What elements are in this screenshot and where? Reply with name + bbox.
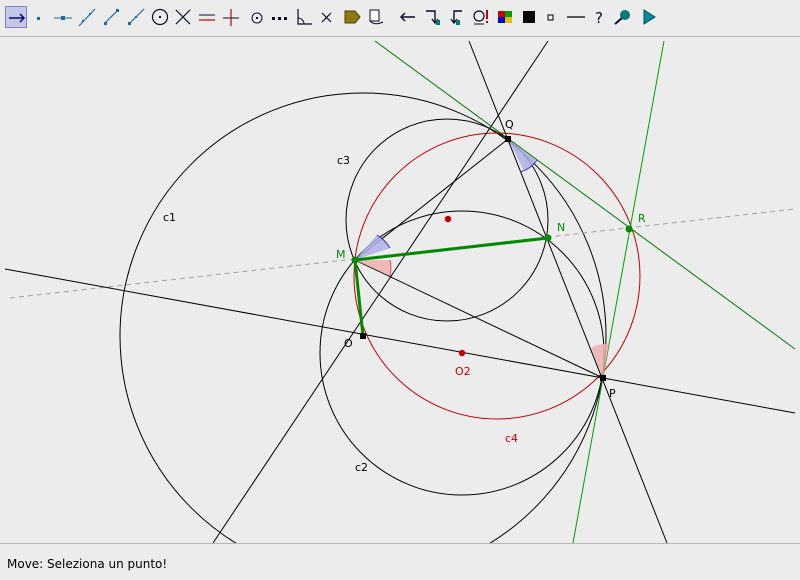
hide-show-icon xyxy=(369,9,384,25)
zoom-tool-button[interactable] xyxy=(612,6,634,28)
circle-tool-button[interactable] xyxy=(149,6,171,28)
green-line-qr[interactable] xyxy=(374,40,796,350)
run-tool-button[interactable] xyxy=(638,6,660,28)
small-square-icon xyxy=(547,14,554,21)
point-q[interactable] xyxy=(505,136,511,142)
perpendicular-line-tool-button[interactable] xyxy=(220,6,242,28)
label-c3: c3 xyxy=(337,154,350,167)
rotate-icon xyxy=(450,10,462,25)
parallel-line-tool-button[interactable] xyxy=(196,6,218,28)
point-n[interactable] xyxy=(544,234,552,242)
move-arrow-icon xyxy=(9,13,26,23)
hide-show-tool-button[interactable] xyxy=(365,6,387,28)
fill-tool-button[interactable] xyxy=(518,6,540,28)
circle-c4[interactable] xyxy=(353,132,641,420)
line-style-tool-button[interactable] xyxy=(565,6,587,28)
circle-icon xyxy=(151,8,169,26)
rotate-tool-button[interactable] xyxy=(446,6,468,28)
point-o[interactable] xyxy=(360,333,366,339)
label-tool-button[interactable] xyxy=(341,6,363,28)
point-on-object-tool-button[interactable] xyxy=(52,6,74,28)
segment-icon xyxy=(104,9,119,25)
drawing-canvas[interactable]: c1 c2 c3 c4 Q M N R O O2 P xyxy=(1,37,799,543)
green-line-pr[interactable] xyxy=(572,40,665,543)
label-r: R xyxy=(638,212,646,225)
color-palette-icon xyxy=(498,11,512,23)
tag-icon xyxy=(344,10,361,24)
line-style-icon xyxy=(567,16,585,18)
new-point-tool-button[interactable] xyxy=(28,6,50,28)
point-icon xyxy=(37,17,40,20)
point-r[interactable] xyxy=(625,225,633,233)
point-o2[interactable] xyxy=(458,349,466,357)
dots-icon xyxy=(272,17,287,20)
label-c4: c4 xyxy=(505,432,518,445)
polygon-tool-button[interactable] xyxy=(269,6,291,28)
perpendicular-icon xyxy=(223,9,239,26)
segment-mp[interactable] xyxy=(354,259,604,379)
relation-icon xyxy=(473,10,488,25)
ray-icon xyxy=(128,8,145,25)
angle-m-red[interactable] xyxy=(355,260,391,276)
toolbar: ? xyxy=(0,0,800,37)
label-o: O xyxy=(344,337,353,350)
delete-tool-button[interactable] xyxy=(316,6,338,28)
filled-square-icon xyxy=(523,11,535,23)
geometry-figure[interactable]: c1 c2 c3 c4 Q M N R O O2 P xyxy=(1,37,799,543)
status-bar: Move: Seleziona un punto! xyxy=(0,543,800,580)
line-pq[interactable] xyxy=(468,40,668,543)
line-oq[interactable] xyxy=(212,40,549,543)
label-c2: c2 xyxy=(355,461,368,474)
intersect-tool-button[interactable] xyxy=(172,6,194,28)
status-message: Move: Seleziona un punto! xyxy=(7,557,168,571)
point-p[interactable] xyxy=(600,375,606,381)
reflect-tool-button[interactable] xyxy=(421,6,443,28)
question-mark-icon: ? xyxy=(595,9,603,27)
segment-tool-button[interactable] xyxy=(100,6,122,28)
line-op[interactable] xyxy=(4,268,796,414)
color-tool-button[interactable] xyxy=(494,6,516,28)
label-n: N xyxy=(557,221,565,234)
intersect-icon xyxy=(175,9,191,25)
zoom-icon xyxy=(614,10,630,25)
center-point-c3[interactable] xyxy=(444,215,452,223)
label-o2: O2 xyxy=(455,365,471,378)
delete-x-icon xyxy=(321,12,332,23)
angle-icon xyxy=(297,9,312,25)
arrow-left-icon xyxy=(399,12,415,22)
ray-tool-button[interactable] xyxy=(124,6,146,28)
point-size-tool-button[interactable] xyxy=(540,6,562,28)
midpoint-icon xyxy=(251,12,263,24)
line-icon xyxy=(78,8,96,27)
move-tool-button[interactable] xyxy=(5,6,27,28)
help-tool-button[interactable]: ? xyxy=(589,6,611,28)
undo-tool-button[interactable] xyxy=(396,6,418,28)
label-p: P xyxy=(609,387,616,400)
point-on-line-icon xyxy=(54,16,72,20)
angle-tool-button[interactable] xyxy=(293,6,315,28)
play-icon xyxy=(643,9,656,25)
midpoint-tool-button[interactable] xyxy=(246,6,268,28)
point-m[interactable] xyxy=(351,256,359,264)
relation-tool-button[interactable] xyxy=(470,6,492,28)
parallel-icon xyxy=(199,14,215,21)
label-m: M xyxy=(336,248,346,261)
line-tool-button[interactable] xyxy=(76,6,98,28)
svg-text:?: ? xyxy=(595,9,603,27)
label-q: Q xyxy=(505,118,514,131)
label-c1: c1 xyxy=(163,211,176,224)
reflect-icon xyxy=(426,10,440,25)
